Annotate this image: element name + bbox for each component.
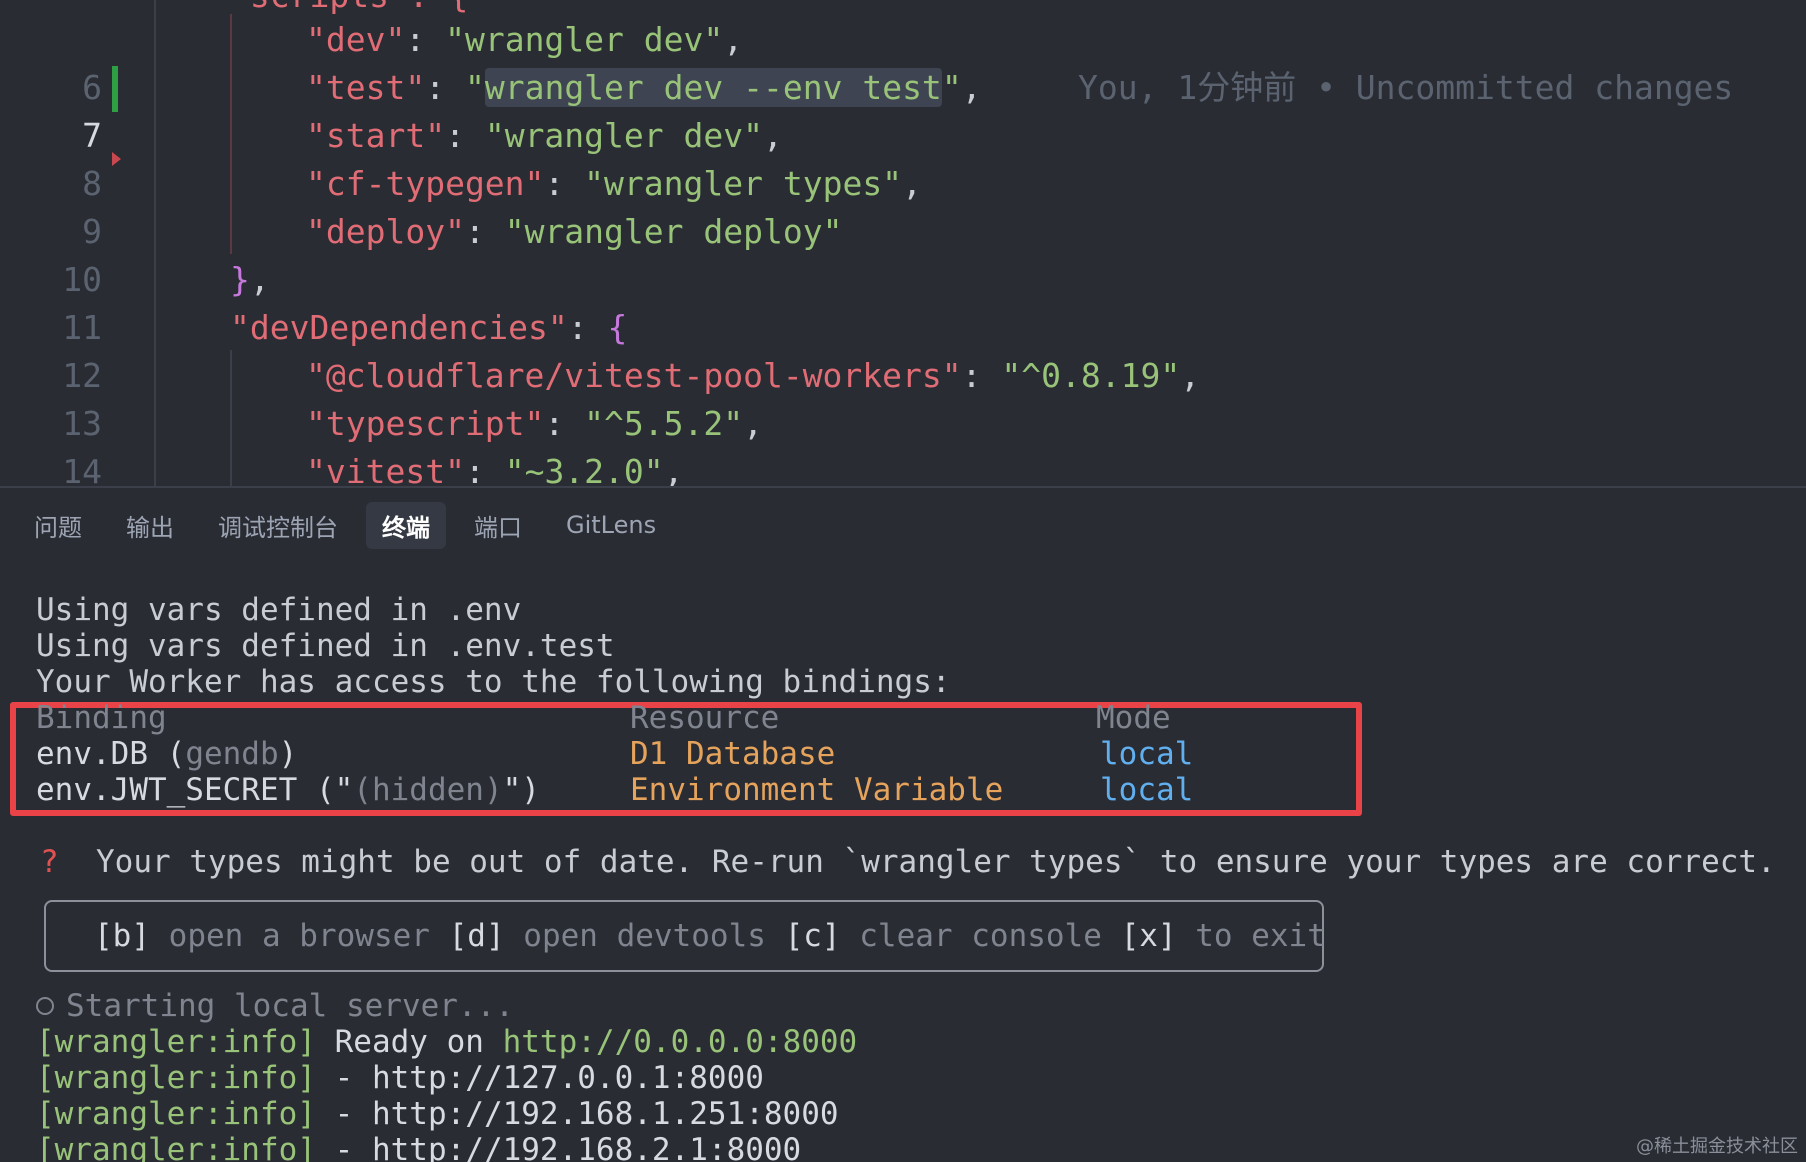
code-line[interactable]: 9 "cf-typegen": "wrangler types", bbox=[0, 160, 1806, 251]
tab-debug-console[interactable]: 调试控制台 bbox=[202, 502, 354, 549]
code-line[interactable]: 13 "@cloudflare/vitest-pool-workers": "^… bbox=[0, 352, 1806, 443]
key-c[interactable]: [c] bbox=[785, 918, 841, 954]
code-line[interactable]: 14 "typescript": "^5.5.2", bbox=[0, 400, 1806, 486]
log-line: [wrangler:info] - http://127.0.0.1:8000 bbox=[36, 1060, 764, 1096]
bindings-header-mode: Mode bbox=[1096, 700, 1171, 736]
key-x[interactable]: [x] bbox=[1121, 918, 1177, 954]
address-link[interactable]: - http://192.168.1.251:8000 bbox=[316, 1096, 839, 1132]
panel-tabs: 问题 输出 调试控制台 终端 端口 GitLens bbox=[18, 501, 684, 549]
code-line[interactable]: 8 "start": "wrangler dev", bbox=[0, 112, 1806, 203]
json-key: "vitest" bbox=[306, 452, 465, 486]
log-line: [wrangler:info] - http://192.168.1.251:8… bbox=[36, 1096, 839, 1132]
code-line-active[interactable]: 7 "test": "wrangler dev --env test", You… bbox=[0, 64, 1806, 155]
json-value: "wrangler types" bbox=[584, 164, 903, 203]
json-key: "dev" bbox=[306, 20, 406, 59]
code-line[interactable]: 10 "deploy": "wrangler deploy" bbox=[0, 208, 1806, 299]
bindings-header-binding: Binding bbox=[36, 700, 167, 736]
json-key: "cf-typegen" bbox=[306, 164, 545, 203]
types-warning: ? Your types might be out of date. Re-ru… bbox=[40, 844, 1776, 880]
code-line[interactable]: 6 "dev": "wrangler dev", bbox=[0, 16, 1806, 107]
address-link[interactable]: - http://192.168.2.1:8000 bbox=[316, 1132, 802, 1162]
json-key: "start" bbox=[306, 116, 446, 155]
json-key: "@cloudflare/vitest-pool-workers" bbox=[306, 356, 962, 395]
code-editor[interactable]: "scripts": { 6 "dev": "wrangler dev", 7 … bbox=[0, 0, 1806, 486]
log-line: [wrangler:info] Ready on http://0.0.0.0:… bbox=[36, 1024, 858, 1060]
code-line[interactable]: 11 }, bbox=[0, 256, 1806, 347]
tab-ports[interactable]: 端口 bbox=[458, 502, 538, 549]
git-blame-annotation[interactable]: You, 1分钟前 • Uncommitted changes bbox=[1078, 64, 1733, 112]
json-key: "deploy" bbox=[306, 212, 465, 251]
binding-mode: local bbox=[1100, 772, 1194, 808]
binding-row: env.DB (gendb) bbox=[36, 736, 298, 772]
tab-problems[interactable]: 问题 bbox=[18, 502, 98, 549]
bottom-panel: 问题 输出 调试控制台 终端 端口 GitLens Using vars def… bbox=[0, 486, 1806, 1162]
app-window: { "editor": { "top_partial": "\"scripts\… bbox=[0, 0, 1806, 1162]
brace: { bbox=[607, 308, 628, 347]
json-value: "~3.2.0" bbox=[504, 452, 664, 486]
watermark: @稀土掘金技术社区 bbox=[1636, 1136, 1798, 1157]
bindings-header-resource: Resource bbox=[630, 700, 780, 736]
json-value: "^0.8.19" bbox=[1001, 356, 1181, 395]
address-link[interactable]: - http://127.0.0.1:8000 bbox=[316, 1060, 764, 1096]
brace: } bbox=[230, 260, 250, 299]
log-line: [wrangler:info] - http://192.168.2.1:800… bbox=[36, 1132, 801, 1162]
json-key: "typescript" bbox=[306, 404, 545, 443]
terminal-line: Your Worker has access to the following … bbox=[36, 664, 951, 700]
ready-url-link[interactable]: http://0.0.0.0:8000 bbox=[503, 1024, 858, 1060]
spinner-icon bbox=[36, 996, 54, 1015]
json-key: "test" bbox=[306, 68, 426, 107]
tab-terminal[interactable]: 终端 bbox=[366, 501, 446, 549]
selected-text[interactable]: wrangler dev --env test bbox=[484, 68, 942, 107]
binding-mode: local bbox=[1100, 736, 1194, 772]
json-value: "wrangler dev" bbox=[484, 116, 763, 155]
tab-gitlens[interactable]: GitLens bbox=[550, 505, 672, 545]
json-value: "wrangler dev" bbox=[445, 20, 724, 59]
shortcut-hints: [b] open a browser [d] open devtools [c]… bbox=[94, 918, 1326, 954]
shortcut-hints-box: [b] open a browser [d] open devtools [c]… bbox=[44, 900, 1326, 972]
terminal-line: Using vars defined in .env.test bbox=[36, 628, 615, 664]
binding-row: env.JWT_SECRET ("(hidden)") bbox=[36, 772, 540, 808]
warning-icon: ? bbox=[40, 844, 59, 880]
json-value: "wrangler deploy" bbox=[504, 212, 843, 251]
json-value: "^5.5.2" bbox=[584, 404, 744, 443]
binding-resource: Environment Variable bbox=[630, 772, 1004, 808]
terminal-line: Using vars defined in .env bbox=[36, 592, 522, 628]
key-b[interactable]: [b] bbox=[94, 918, 150, 954]
code-line[interactable]: 15 "vitest": "~3.2.0", bbox=[0, 448, 1806, 486]
key-d[interactable]: [d] bbox=[449, 918, 505, 954]
json-key: "devDependencies" bbox=[230, 308, 568, 347]
tab-output[interactable]: 输出 bbox=[110, 502, 190, 549]
binding-resource: D1 Database bbox=[630, 736, 836, 772]
starting-line: Starting local server... bbox=[36, 988, 514, 1024]
code-line[interactable]: 12 "devDependencies": { bbox=[0, 304, 1806, 395]
